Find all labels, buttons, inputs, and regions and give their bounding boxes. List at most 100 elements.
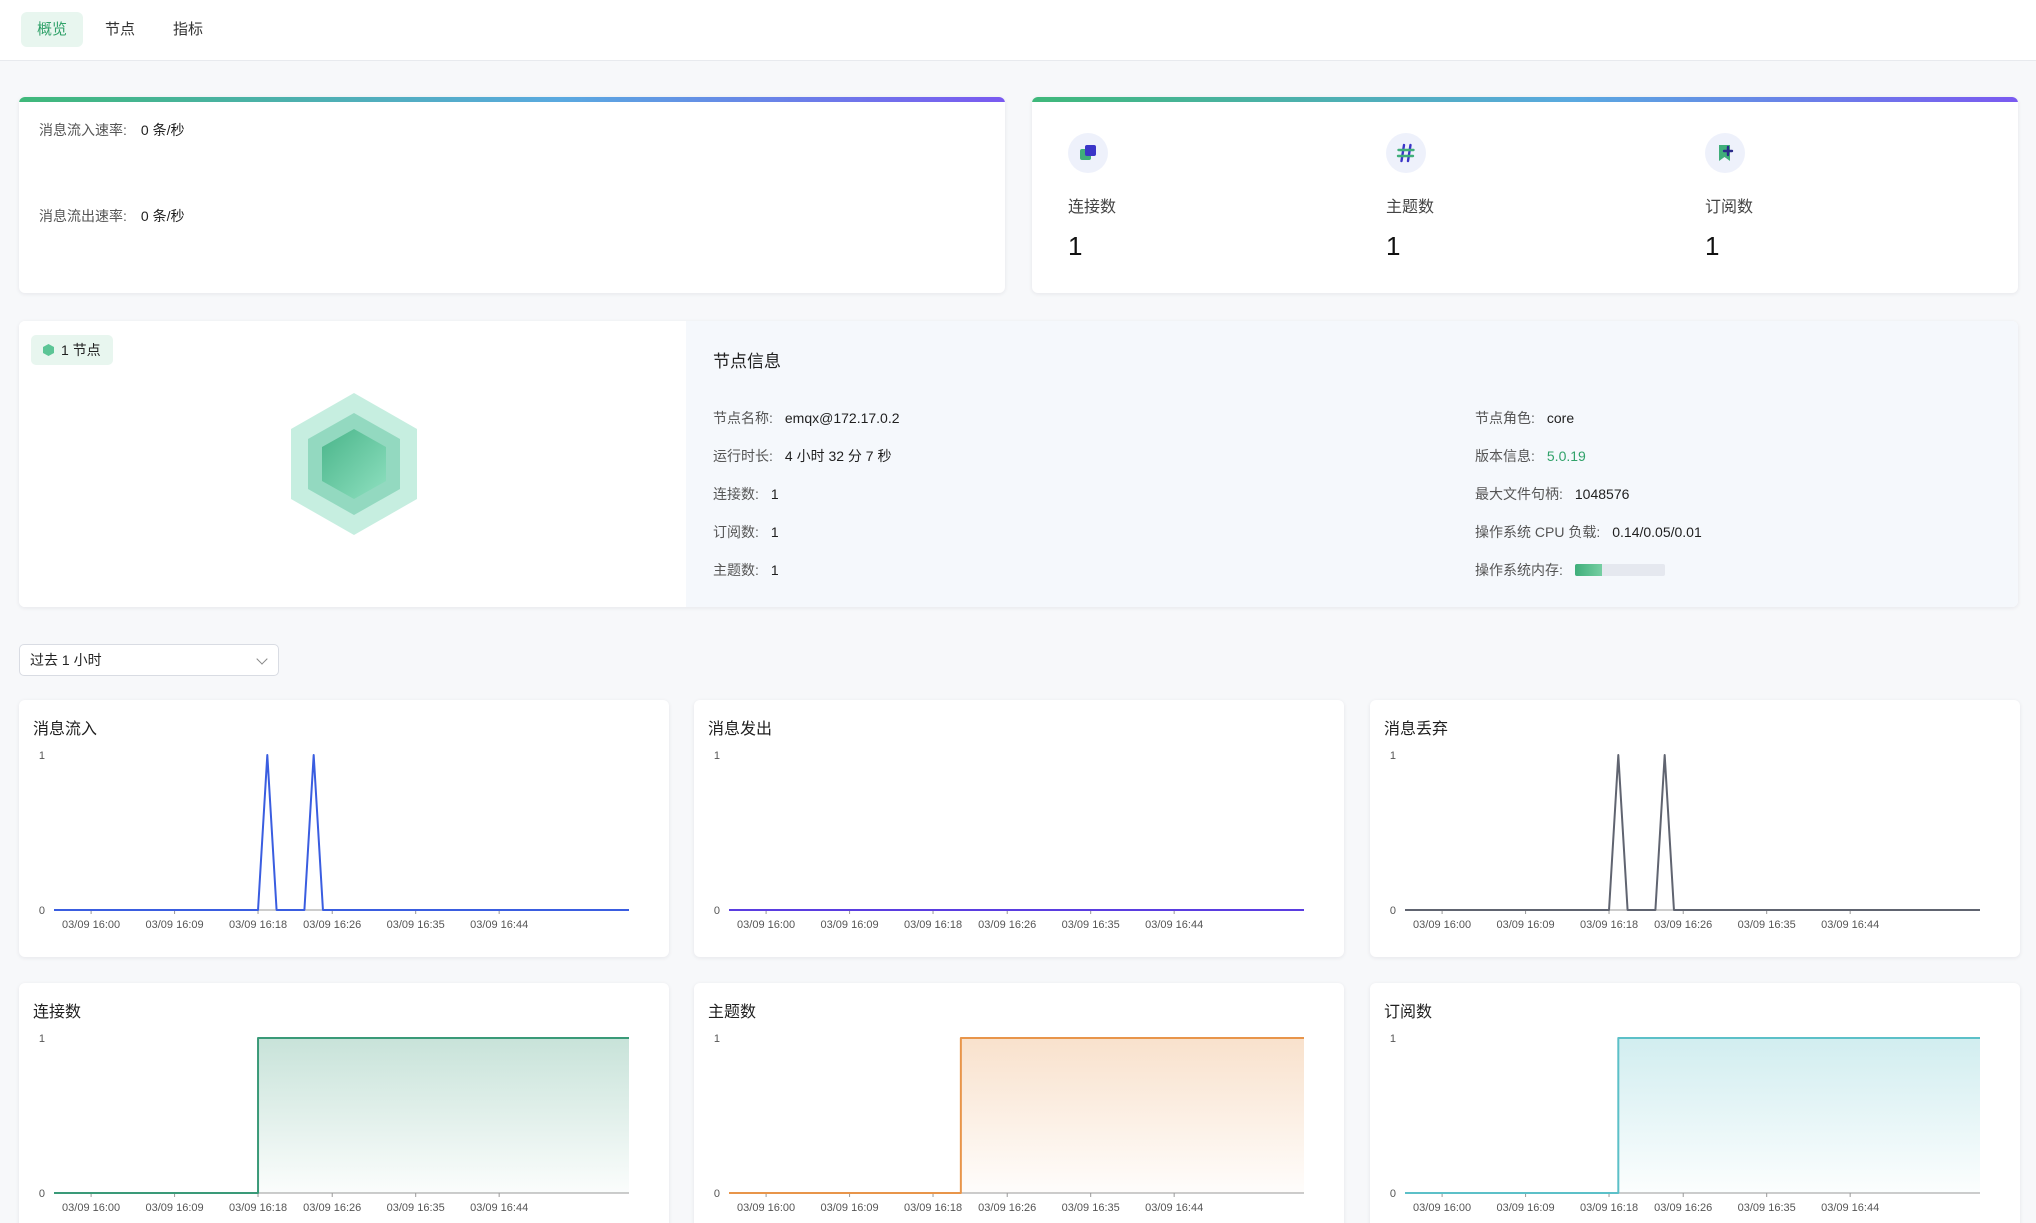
series-area bbox=[729, 1038, 1304, 1193]
x-tick-label: 03/09 16:44 bbox=[470, 919, 528, 931]
node-panel: 1 节点 节点信息 节点名称: emqx@172.17.0.2 运行时长: 4 小时… bbox=[19, 321, 2018, 607]
x-tick-label: 03/09 16:00 bbox=[1413, 1202, 1471, 1214]
chevron-down-icon bbox=[256, 653, 268, 665]
y-tick-label: 1 bbox=[39, 750, 45, 762]
chart-messages-dropped: 0 1 03/09 16:00 03/09 16:09 03/09 16:18 03/09… bbox=[1390, 750, 1980, 931]
stat-value: 1 bbox=[1705, 231, 1720, 261]
node-topology: 1 节点 bbox=[19, 321, 686, 607]
tab-metrics[interactable]: 指标 bbox=[157, 12, 219, 47]
x-tick-label: 03/09 16:18 bbox=[904, 1202, 962, 1214]
chart-card-subscriptions: 订阅数 0 1 03/09 16:00 03/09 16:09 03/09 16:18 0… bbox=[1370, 983, 2020, 1223]
stat-label: 连接数 bbox=[1068, 199, 1117, 216]
cpu-load-value: 0.14/0.05/0.01 bbox=[1612, 524, 1702, 540]
connections-label: 连接数: bbox=[713, 486, 759, 502]
card-accent-bar bbox=[1032, 97, 2018, 102]
chart-card-messages-received: 消息流入 0 1 03/09 16:00 03/09 16:09 03/09 16:18… bbox=[19, 700, 669, 957]
x-tick-label: 03/09 16:26 bbox=[1654, 919, 1712, 931]
max-fds-row: 最大文件句柄: 1048576 bbox=[1475, 484, 1629, 504]
stats-card: 连接数 1 主题数 1 订阅数 1 bbox=[1032, 97, 2018, 293]
y-tick-label: 1 bbox=[714, 1033, 720, 1045]
x-tick-label: 03/09 16:00 bbox=[62, 1202, 120, 1214]
connections-value: 1 bbox=[770, 486, 779, 502]
x-tick-label: 03/09 16:26 bbox=[1654, 1202, 1712, 1214]
node-count-label: 1 节点 bbox=[61, 342, 101, 358]
y-tick-label: 1 bbox=[714, 750, 720, 762]
inflow-rate: 消息流入速率: 0 条/秒 bbox=[39, 120, 184, 140]
memory-row: 操作系统内存: bbox=[1475, 560, 1665, 580]
tab-overview[interactable]: 概览 bbox=[21, 12, 84, 47]
y-tick-label: 0 bbox=[39, 905, 45, 917]
card-accent-bar bbox=[19, 97, 1005, 102]
y-tick-label: 1 bbox=[1390, 1033, 1396, 1045]
stat-label: 主题数 bbox=[1386, 199, 1435, 216]
memory-usage-bar bbox=[1574, 564, 1665, 577]
chart-card-topics: 主题数 0 1 03/09 16:00 03/09 16:09 03/09 16:18 0… bbox=[694, 983, 1344, 1223]
subscriptions-value: 1 bbox=[770, 524, 779, 540]
node-name-value: emqx@172.17.0.2 bbox=[784, 410, 900, 426]
chart-messages-sent: 0 1 03/09 16:00 03/09 16:09 03/09 16:18 03/09… bbox=[714, 750, 1304, 931]
y-tick-label: 0 bbox=[1390, 905, 1396, 917]
chart-connections: 0 1 03/09 16:00 03/09 16:09 03/09 16:18 03/09… bbox=[39, 1033, 629, 1214]
chart-subscriptions: 0 1 03/09 16:00 03/09 16:09 03/09 16:18 03/09… bbox=[1390, 1033, 1980, 1214]
series-area bbox=[1405, 1038, 1980, 1193]
x-tick-label: 03/09 16:18 bbox=[229, 1202, 287, 1214]
x-tick-label: 03/09 16:18 bbox=[1580, 1202, 1638, 1214]
chart-card-messages-dropped: 消息丢弃 0 1 03/09 16:00 03/09 16:09 03/09 16:18… bbox=[1370, 700, 2020, 957]
memory-label: 操作系统内存: bbox=[1475, 562, 1563, 578]
uptime-value: 4 小时 32 分 7 秒 bbox=[784, 448, 892, 464]
node-count-badge: 1 节点 bbox=[31, 335, 113, 365]
node-role-value: core bbox=[1546, 410, 1575, 426]
x-tick-label: 03/09 16:44 bbox=[1821, 1202, 1879, 1214]
stat-subscriptions: 订阅数 1 bbox=[1705, 133, 2005, 262]
node-name-row: 节点名称: emqx@172.17.0.2 bbox=[713, 408, 900, 428]
x-tick-label: 03/09 16:44 bbox=[1145, 1202, 1203, 1214]
max-fds-value: 1048576 bbox=[1574, 486, 1630, 502]
x-tick-label: 03/09 16:35 bbox=[387, 1202, 445, 1214]
subscription-icon bbox=[1705, 133, 1745, 173]
inflow-rate-label: 消息流入速率: bbox=[39, 122, 127, 138]
memory-usage-fill bbox=[1574, 564, 1602, 577]
tab-nodes[interactable]: 节点 bbox=[89, 12, 151, 47]
node-name-label: 节点名称: bbox=[713, 410, 773, 426]
topics-value: 1 bbox=[770, 562, 779, 578]
node-info: 节点信息 节点名称: emqx@172.17.0.2 运行时长: 4 小时 32 分… bbox=[686, 321, 2018, 607]
x-tick-label: 03/09 16:00 bbox=[1413, 919, 1471, 931]
x-tick-label: 03/09 16:35 bbox=[1062, 919, 1120, 931]
stat-topics: 主题数 1 bbox=[1386, 133, 1686, 262]
y-tick-label: 0 bbox=[1390, 1188, 1396, 1200]
x-tick-label: 03/09 16:44 bbox=[1145, 919, 1203, 931]
outflow-rate-label: 消息流出速率: bbox=[39, 208, 127, 224]
y-tick-label: 1 bbox=[39, 1033, 45, 1045]
x-tick-label: 03/09 16:26 bbox=[303, 919, 361, 931]
node-role-row: 节点角色: core bbox=[1475, 408, 1574, 428]
time-range-select[interactable]: 过去 1 小时 bbox=[19, 644, 279, 676]
node-info-title: 节点信息 bbox=[713, 352, 781, 371]
version-row: 版本信息: 5.0.19 bbox=[1475, 446, 1586, 466]
stat-value: 1 bbox=[1068, 231, 1083, 261]
x-tick-label: 03/09 16:35 bbox=[1738, 919, 1796, 931]
series-line bbox=[54, 754, 629, 911]
y-tick-label: 0 bbox=[714, 905, 720, 917]
top-tab-bar: 概览 节点 指标 bbox=[0, 0, 2036, 61]
connections-row: 连接数: 1 bbox=[713, 484, 779, 504]
x-tick-label: 03/09 16:18 bbox=[229, 919, 287, 931]
stat-value: 1 bbox=[1386, 231, 1401, 261]
series-line bbox=[1405, 754, 1980, 911]
x-tick-label: 03/09 16:00 bbox=[737, 1202, 795, 1214]
hash-topic-icon bbox=[1386, 133, 1426, 173]
inflow-rate-value: 0 条/秒 bbox=[140, 122, 185, 138]
outflow-rate: 消息流出速率: 0 条/秒 bbox=[39, 206, 184, 226]
x-tick-label: 03/09 16:26 bbox=[978, 919, 1036, 931]
y-tick-label: 1 bbox=[1390, 750, 1396, 762]
chart-messages-received: 0 1 03/09 16:00 03/09 16:09 03/09 16:18 03/09… bbox=[39, 750, 629, 931]
max-fds-label: 最大文件句柄: bbox=[1475, 486, 1563, 502]
x-tick-label: 03/09 16:18 bbox=[1580, 919, 1638, 931]
x-tick-label: 03/09 16:09 bbox=[1497, 919, 1555, 931]
x-tick-label: 03/09 16:26 bbox=[303, 1202, 361, 1214]
x-tick-label: 03/09 16:26 bbox=[978, 1202, 1036, 1214]
node-hexagon-icon[interactable] bbox=[284, 389, 424, 539]
cpu-load-label: 操作系统 CPU 负载: bbox=[1475, 524, 1601, 540]
topics-row: 主题数: 1 bbox=[713, 560, 779, 580]
x-tick-label: 03/09 16:18 bbox=[904, 919, 962, 931]
node-role-label: 节点角色: bbox=[1475, 410, 1535, 426]
